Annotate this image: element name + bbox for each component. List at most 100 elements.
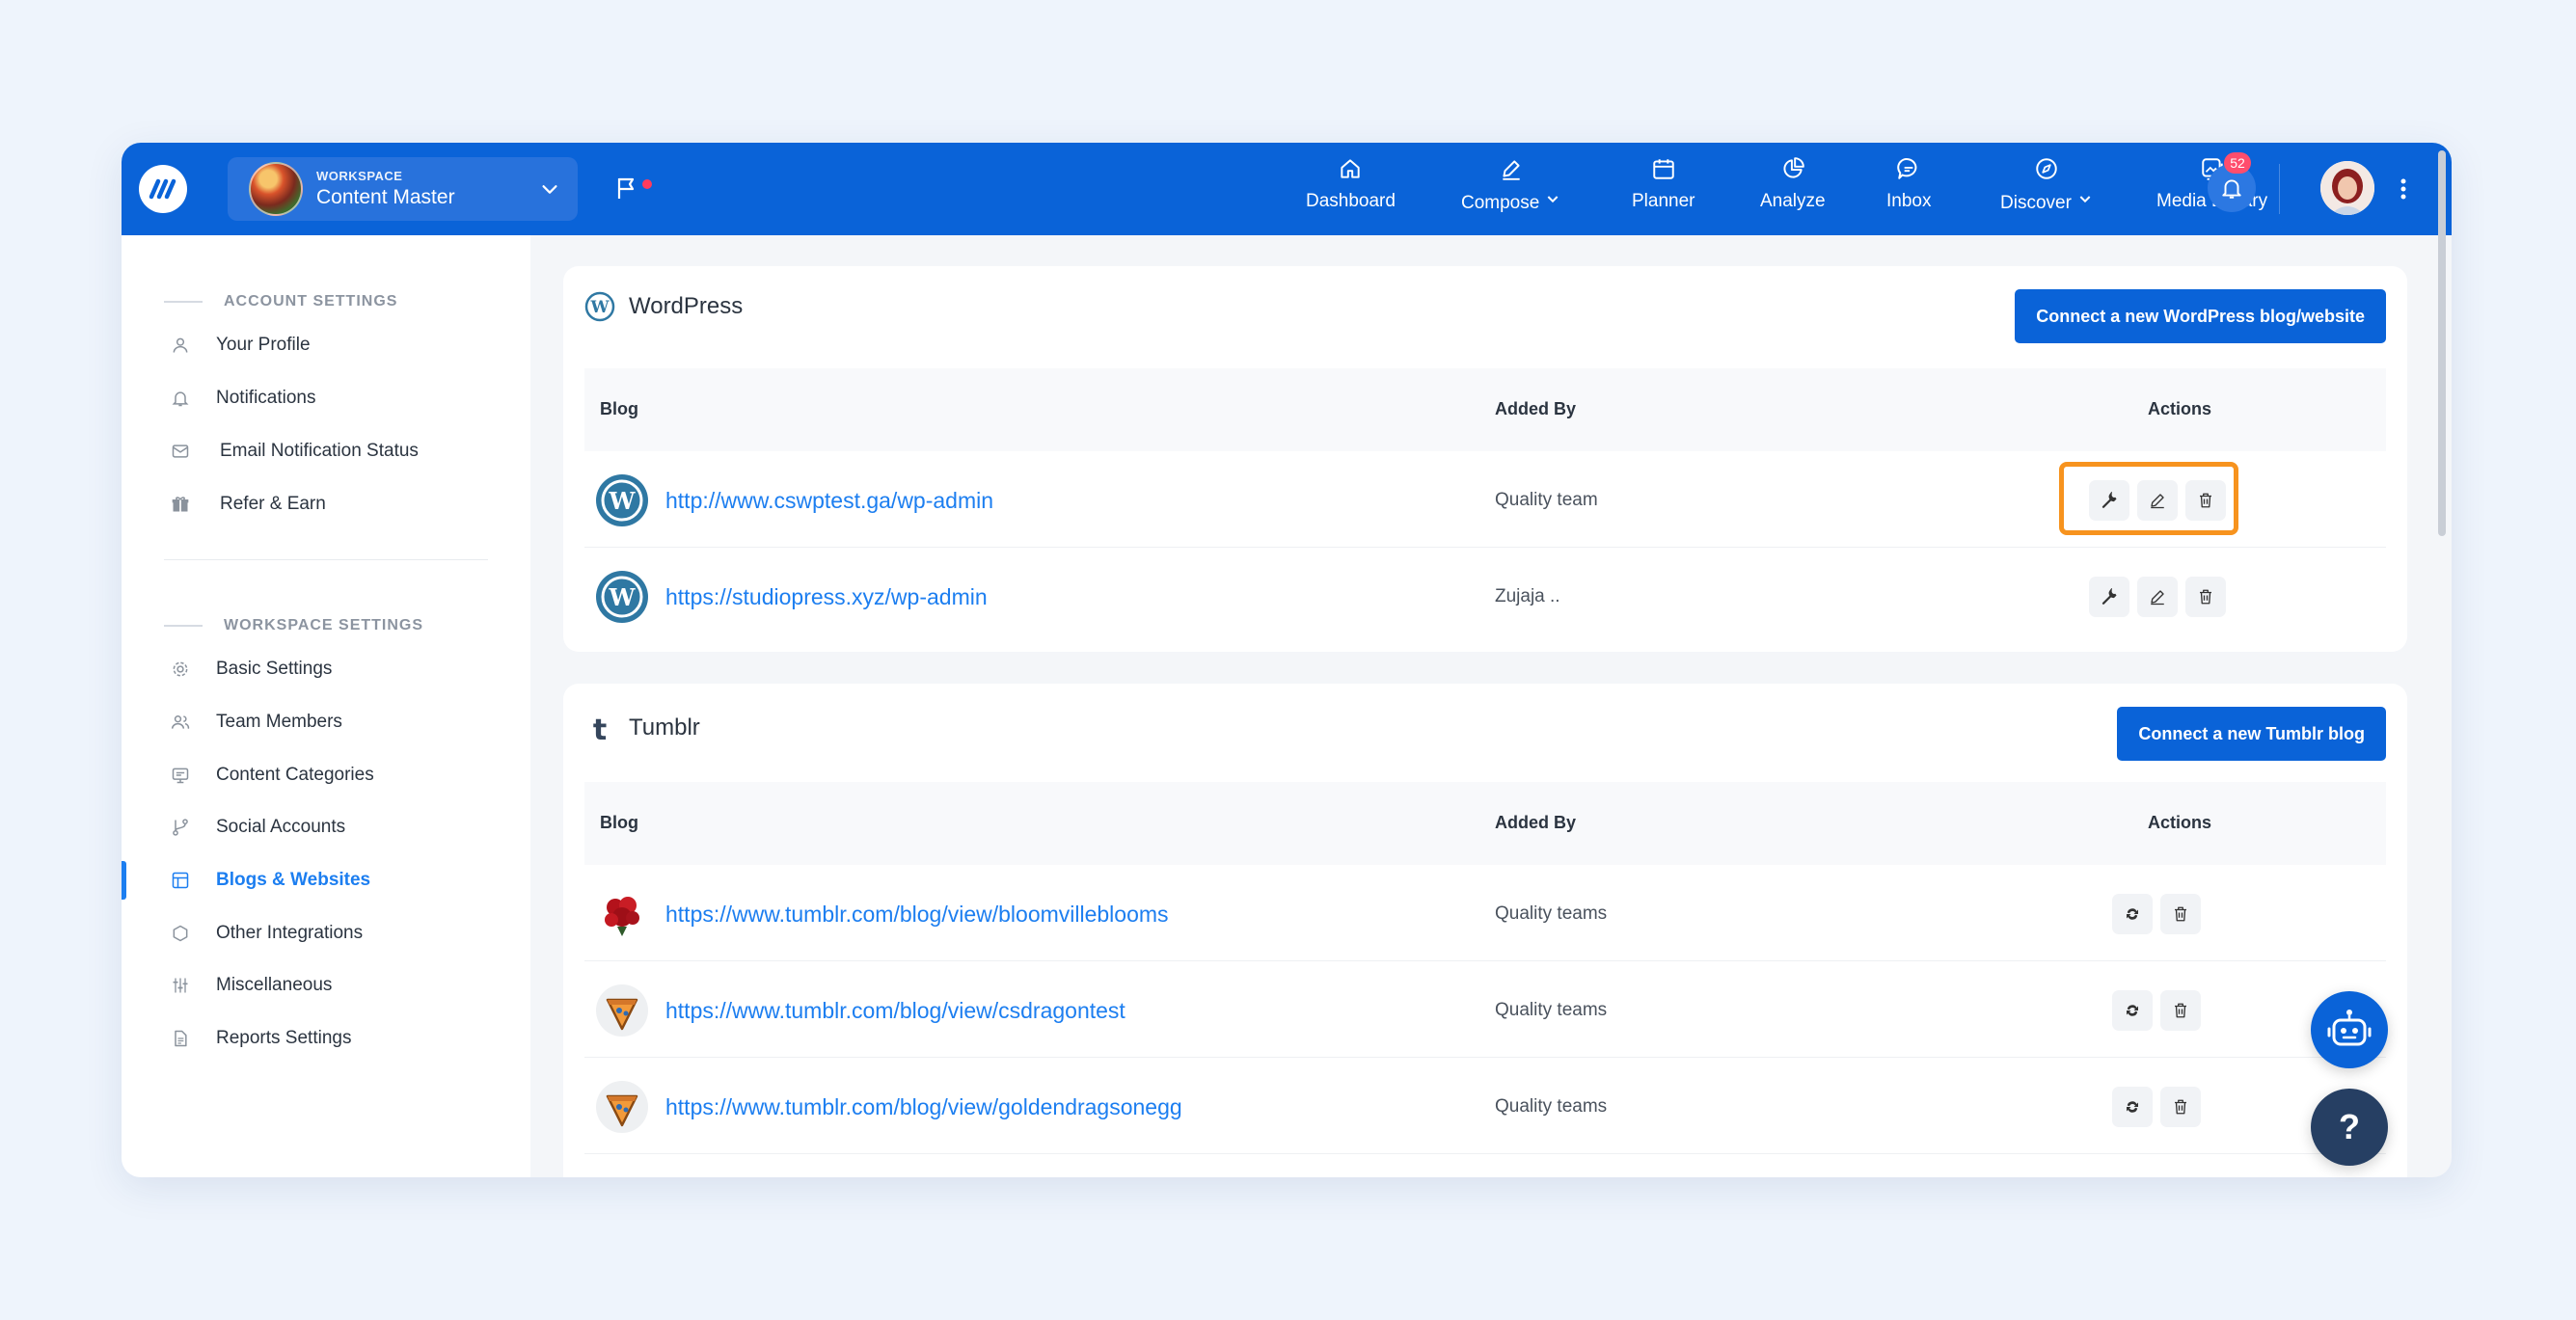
added-by-text: Quality teams (1495, 903, 1608, 924)
hexagon-icon (173, 925, 188, 942)
edit-button[interactable] (2137, 480, 2178, 521)
users-icon (171, 715, 190, 729)
chatbot-button[interactable] (2311, 991, 2388, 1068)
row-actions (2112, 990, 2201, 1031)
delete-button[interactable] (2185, 480, 2226, 521)
blog-url-link[interactable]: http://www.cswptest.ga/wp-admin (665, 488, 993, 514)
compass-icon (2036, 158, 2057, 179)
nav-compose[interactable]: Compose (1461, 156, 1560, 224)
sidebar-item-reports-settings[interactable]: Reports Settings (122, 1017, 530, 1060)
nav-dashboard[interactable]: Dashboard (1306, 156, 1396, 224)
row-actions (2089, 480, 2226, 521)
sidebar-item-basic-settings[interactable]: Basic Settings (122, 648, 530, 690)
sidebar-item-label: Content Categories (216, 765, 374, 785)
sidebar-item-blogs-websites[interactable]: Blogs & Websites (122, 859, 530, 902)
blog-url-link[interactable]: https://studiopress.xyz/wp-admin (665, 584, 988, 610)
sidebar-item-label: Social Accounts (216, 817, 346, 837)
tumblr-card: t Tumblr Connect a new Tumblr blog Blog … (563, 684, 2407, 1177)
wordpress-logo: W (596, 571, 648, 623)
svg-text:W: W (609, 583, 637, 611)
sidebar-item-team-members[interactable]: Team Members (122, 701, 530, 743)
sliders-icon (173, 978, 188, 993)
nav-planner-label: Planner (1632, 191, 1695, 211)
pizza-slice-image (606, 1094, 638, 1127)
delete-button[interactable] (2160, 990, 2201, 1031)
row-actions (2089, 577, 2226, 617)
nav-discover[interactable]: Discover (2000, 156, 2093, 224)
nav-planner[interactable]: Planner (1632, 156, 1695, 224)
top-navigation-bar: WORKSPACE Content Master Dashboard Compo… (122, 143, 2452, 235)
sidebar-item-miscellaneous[interactable]: Miscellaneous (122, 964, 530, 1007)
pizza-slice-image (606, 998, 638, 1031)
nav-compose-label: Compose (1461, 193, 1540, 213)
workspace-label: WORKSPACE (316, 169, 403, 183)
delete-button[interactable] (2185, 577, 2226, 617)
bell-icon (172, 391, 189, 407)
help-button[interactable]: ? (2311, 1089, 2388, 1166)
delete-button[interactable] (2160, 894, 2201, 934)
pencil-icon (2151, 494, 2164, 509)
svg-text:t: t (593, 714, 607, 743)
chevron-down-icon (1547, 196, 1559, 203)
workspace-avatar (249, 162, 303, 216)
table-row: https://www.tumblr.com/blog/view/goldend… (584, 1058, 2386, 1154)
app-logo[interactable] (139, 165, 187, 213)
wordpress-icon: W (601, 576, 643, 618)
column-header-actions: Actions (2148, 813, 2212, 832)
robot-icon (2327, 1010, 2372, 1046)
sidebar-item-other-integrations[interactable]: Other Integrations (122, 912, 530, 955)
refresh-button[interactable] (2112, 894, 2153, 934)
added-by-text: Quality teams (1495, 1096, 1608, 1117)
connect-wordpress-button[interactable]: Connect a new WordPress blog/website (2015, 289, 2386, 343)
wrench-icon (2101, 588, 2117, 605)
pie-chart-icon (1783, 157, 1804, 178)
nav-analyze-label: Analyze (1760, 191, 1826, 211)
edit-button[interactable] (2137, 577, 2178, 617)
nav-discover-label: Discover (2000, 193, 2072, 213)
delete-button[interactable] (2160, 1087, 2201, 1127)
connect-tumblr-button[interactable]: Connect a new Tumblr blog (2117, 707, 2386, 761)
gear-icon (173, 661, 188, 677)
refresh-button[interactable] (2112, 1087, 2153, 1127)
flag-icon[interactable] (615, 175, 638, 201)
sidebar-item-content-categories[interactable]: Content Categories (122, 754, 530, 796)
blog-url-link[interactable]: https://www.tumblr.com/blog/view/bloomvi… (665, 902, 1169, 928)
sidebar-item-label: Your Profile (216, 335, 311, 355)
tumblr-icon: t (593, 714, 607, 743)
added-by-text: Quality team (1495, 490, 1598, 510)
page-scrollbar[interactable] (2438, 150, 2446, 536)
tumblr-table-header: Blog Added By Actions (584, 782, 2386, 865)
column-header-actions: Actions (2148, 399, 2212, 418)
blog-url-link[interactable]: https://www.tumblr.com/blog/view/csdrago… (665, 998, 1125, 1024)
chevron-down-icon (542, 185, 557, 194)
more-options-icon[interactable] (2400, 177, 2407, 201)
gift-icon (172, 497, 189, 512)
sidebar-divider (164, 559, 488, 560)
user-avatar[interactable] (2320, 161, 2374, 215)
blog-url-link[interactable]: https://www.tumblr.com/blog/view/goldend… (665, 1094, 1182, 1120)
sidebar-item-notifications[interactable]: Notifications (122, 377, 530, 419)
chat-bubble-icon (1897, 158, 1917, 179)
sidebar-item-social-accounts[interactable]: Social Accounts (122, 806, 530, 849)
column-header-added-by: Added By (1495, 813, 1577, 832)
sidebar-item-email-notification-status[interactable]: Email Notification Status (122, 430, 530, 472)
column-header-blog: Blog (600, 399, 638, 418)
row-actions (2112, 1087, 2201, 1127)
settings-button[interactable] (2089, 480, 2129, 521)
refresh-icon (2127, 1005, 2138, 1016)
svg-text:W: W (589, 298, 610, 317)
nav-analyze[interactable]: Analyze (1760, 156, 1826, 224)
refresh-button[interactable] (2112, 990, 2153, 1031)
blog-avatar-golden-dragon (596, 1081, 648, 1133)
flag-indicator-dot (642, 179, 652, 189)
nav-divider (2279, 164, 2280, 214)
sidebar-item-your-profile[interactable]: Your Profile (122, 324, 530, 366)
bell-icon (2222, 179, 2241, 199)
table-row: https://www.tumblr.com/blog/view/bloomvi… (584, 865, 2386, 961)
workspace-switcher[interactable]: WORKSPACE Content Master (228, 157, 578, 221)
home-icon (1341, 159, 1361, 178)
sidebar-item-refer-earn[interactable]: Refer & Earn (122, 483, 530, 525)
wordpress-table-header: Blog Added By Actions (584, 368, 2386, 451)
settings-button[interactable] (2089, 577, 2129, 617)
nav-inbox[interactable]: Inbox (1886, 156, 1931, 224)
